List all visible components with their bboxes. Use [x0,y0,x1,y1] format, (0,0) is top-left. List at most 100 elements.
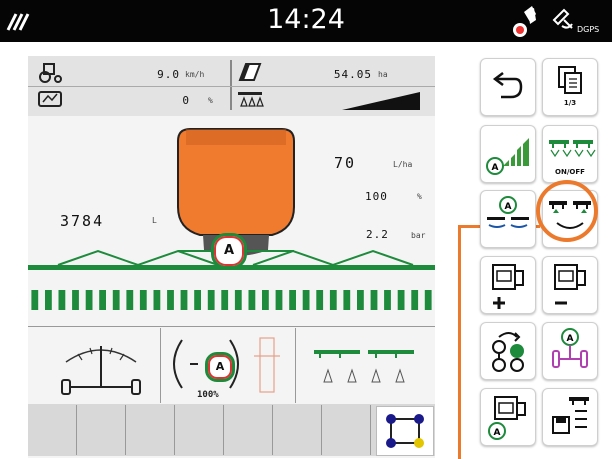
nozzle-section [275,290,283,310]
nozzle-section [397,290,405,310]
nozzle-section [384,290,391,310]
area-icon [238,63,262,81]
nozzle-section [234,290,242,310]
nozzle-section [316,290,324,310]
auto-section-button[interactable]: A [480,190,536,248]
area-value: 54.05 [333,68,372,81]
nozzle-section [153,290,161,310]
nozzle-section [58,290,66,310]
rate-value: 70 [334,154,357,172]
section-select-button[interactable] [480,322,536,380]
nozzle-section [31,290,39,310]
rate-decrease-button[interactable] [542,256,598,314]
nozzle-sections [28,288,435,312]
cellular-signal-icon [513,6,536,37]
svg-text:A: A [494,428,501,438]
rate-increase-icon [492,264,524,309]
speed-unit: km/h [185,70,205,79]
nozzle-section [139,290,147,310]
status-bar: 14:24 DGPS [0,0,612,42]
nozzle-section [343,290,351,310]
info-divider [230,60,232,110]
info-row-divider [28,86,435,87]
nozzle-section [85,290,93,310]
auto-rate-button[interactable]: A [480,125,536,183]
machine-layout-button[interactable] [376,406,434,456]
rate-auto-badge: A [205,352,235,382]
auto-rate-ramp-icon: A [486,138,529,175]
nozzle-section [302,290,310,310]
pressure-unit: bar [411,231,426,240]
nozzle-section [329,290,337,310]
rate-unit: L/ha [393,160,413,169]
pct-value: 0 [182,94,190,107]
tractor-icon [39,63,62,83]
steering-axle-gauge-icon [61,346,141,395]
section-select-icon [492,332,524,372]
nozzle-section [112,290,120,310]
nozzle-section [289,290,296,310]
back-arrow-icon [492,72,523,99]
nozzle-section [72,290,79,310]
page-switch-button[interactable]: 1/3 [542,58,598,116]
save-settings-button[interactable] [542,388,598,446]
nozzle-section [248,290,256,310]
rate-increase-button[interactable] [480,256,536,314]
pct-unit: % [208,96,213,105]
machine-layout-icon [386,414,424,448]
section-bar-slot[interactable] [28,405,77,455]
nozzle-section [194,290,201,310]
section-bar-slot[interactable] [126,405,175,455]
lower-divider-right [295,328,296,403]
nozzle-section [45,290,52,310]
back-button[interactable] [480,58,536,116]
auto-tank-icon: A [488,396,526,440]
axle-auto-icon: A [552,328,588,368]
section-bar-slot[interactable] [77,405,126,455]
page-indicator: 1/3 [563,99,577,107]
nozzle-section [424,290,432,310]
section-bar-slot[interactable] [322,405,371,455]
section-bar-slot[interactable] [224,405,273,455]
application-rate-wedge [342,92,420,110]
nozzle-section [262,290,269,310]
rate-gauge-label: 100% [197,390,219,400]
nozzle-section [411,290,419,310]
boom-height-icon [314,350,414,383]
rate-percent-unit: % [417,192,422,201]
nozzle-section [99,290,106,310]
gps-mode-label: DGPS [577,25,600,34]
section-bar-slot[interactable] [175,405,224,455]
axle-auto-button[interactable]: A [542,322,598,380]
lower-divider-left [160,328,161,403]
nozzle-section [221,290,229,310]
onoff-label: ON/OFF [555,168,585,176]
boom-section-icon [238,92,264,107]
rate-decrease-icon [554,264,586,305]
sections-onoff-button[interactable]: ON/OFF [542,125,598,183]
svg-text:A: A [567,334,574,344]
lower-divider [28,326,435,327]
svg-text:A: A [505,202,512,212]
nozzle-section [357,290,364,310]
area-unit: ha [378,70,388,79]
section-bar-slot[interactable] [273,405,322,455]
svg-text:A: A [492,163,499,173]
satellite-icon [552,8,573,29]
nozzle-section [167,290,174,310]
speed-value: 9.0 [157,68,180,81]
rate-percent-value: 100 [365,190,388,203]
save-boom-icon [552,397,589,434]
auto-rate-tank-button[interactable]: A [480,388,536,446]
highlight-circle [536,180,598,242]
highlight-pointer-v [458,225,461,459]
tank-volume-value: 3784 [60,212,105,230]
nozzle-section [370,290,378,310]
tank-auto-badge: A [211,233,247,269]
nozzle-section [126,290,134,310]
pressure-value: 2.2 [366,228,389,241]
field-icon [38,91,62,107]
nozzle-section [207,290,215,310]
tank-volume-unit: L [152,216,157,225]
nozzle-section-strip [31,290,432,310]
